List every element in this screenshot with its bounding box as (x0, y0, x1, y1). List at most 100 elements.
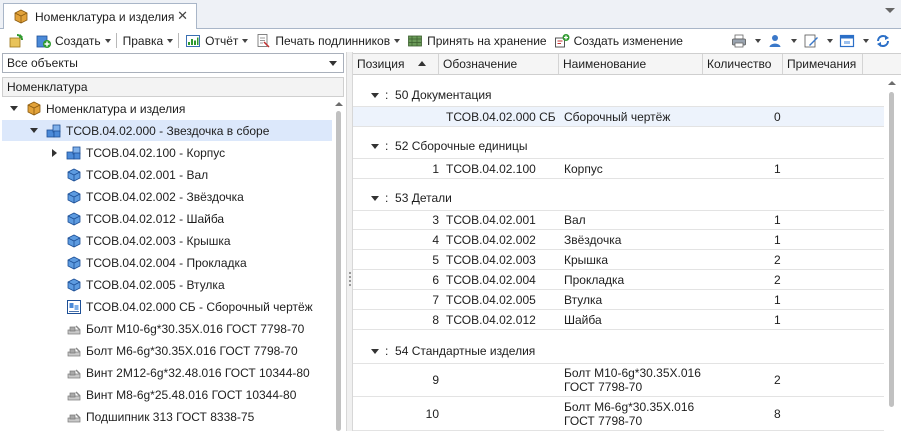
cell-position: 8 (432, 312, 439, 327)
tree-node-item[interactable]: Подшипник 313 ГОСТ 8338-75 (2, 406, 332, 427)
scroll-up-icon[interactable] (888, 81, 896, 85)
object-filter-select[interactable]: Все объекты (2, 53, 344, 73)
chevron-down-icon (104, 38, 111, 43)
chevron-down-icon (863, 38, 869, 43)
caret-down-icon[interactable] (371, 348, 379, 354)
part-icon (66, 277, 82, 293)
group-prefix: : (385, 344, 389, 358)
column-header-name[interactable]: Наименование (559, 54, 703, 74)
specification-grid: : 50 Документация ТСОВ.04.02.000 СБ Сбор… (353, 76, 884, 431)
table-row[interactable]: 9 Болт М10-6g*30.35Х.016 ГОСТ 7798-70 2 (353, 363, 884, 397)
cell-quantity: 8 (774, 406, 781, 421)
edit-doc-button[interactable] (801, 31, 835, 51)
tree-node-item[interactable]: ТСОВ.04.02.012 - Шайба (2, 208, 332, 229)
panel-splitter[interactable] (346, 52, 353, 431)
tree-node-item[interactable]: ТСОВ.04.02.004 - Прокладка (2, 252, 332, 273)
create-button[interactable]: Создать (33, 31, 113, 51)
group-header[interactable]: : 50 Документация (353, 84, 884, 106)
table-row[interactable]: 5 ТСОВ.04.02.003 Крышка 2 (353, 250, 884, 270)
cell-designation: ТСОВ.04.02.001 (446, 213, 536, 227)
table-row[interactable]: ТСОВ.04.02.000 СБ Сборочный чертёж 0 (353, 106, 884, 127)
report-button[interactable]: Отчёт (183, 31, 250, 51)
refresh-button[interactable] (6, 31, 30, 51)
chevron-down-icon (394, 38, 401, 43)
grid-scrollbar[interactable] (886, 76, 898, 431)
tree-node-item[interactable]: Винт 2М12-6g*32.48.016 ГОСТ 10344-80 (2, 362, 332, 383)
tree-node-item[interactable]: ТСОВ.04.02.000 СБ - Сборочный чертёж (2, 296, 332, 317)
cell-quantity: 1 (774, 292, 781, 307)
cell-position: 4 (432, 232, 439, 247)
chevron-down-icon[interactable] (885, 8, 895, 13)
table-row[interactable]: 3 ТСОВ.04.02.001 Вал 1 (353, 210, 884, 230)
cell-designation: ТСОВ.04.02.000 СБ (446, 109, 556, 124)
column-header-notes[interactable]: Примечания (783, 54, 863, 74)
caret-down-icon[interactable] (371, 195, 379, 201)
tree-node-item[interactable]: ТСОВ.04.02.002 - Звёздочка (2, 186, 332, 207)
table-row[interactable]: 1 ТСОВ.04.02.100 Корпус 1 (353, 158, 884, 179)
caret-down-icon[interactable] (371, 143, 379, 149)
part-icon (66, 255, 82, 271)
toolbar: Создать Правка Отчёт Печать подлинников … (0, 29, 901, 52)
print-originals-button[interactable]: Печать подлинников (253, 31, 402, 51)
column-label: Примечания (787, 57, 857, 71)
scroll-up-icon[interactable] (335, 102, 343, 106)
part-icon (66, 189, 82, 205)
tree-node-root[interactable]: Номенклатура и изделия (2, 98, 332, 119)
close-icon[interactable]: ✕ (177, 8, 188, 24)
group-title: 52 Сборочные единицы (395, 139, 528, 153)
sync-button[interactable] (873, 31, 897, 51)
tab-nomenclature[interactable]: Номенклатура и изделия ✕ (3, 3, 197, 29)
chevron-down-icon (755, 38, 761, 43)
expand-toggle[interactable] (8, 106, 20, 111)
chevron-down-icon (167, 38, 174, 43)
tree-node-item[interactable]: ТСОВ.04.02.005 - Втулка (2, 274, 332, 295)
user-icon (767, 33, 783, 49)
column-header-designation[interactable]: Обозначение (439, 54, 559, 74)
table-row[interactable]: 6 ТСОВ.04.02.004 Прокладка 2 (353, 270, 884, 290)
column-header-quantity[interactable]: Количество (703, 54, 783, 74)
print-button[interactable] (729, 31, 763, 51)
accept-storage-button[interactable]: Принять на хранение (405, 31, 549, 51)
group-header[interactable]: : 52 Сборочные единицы (353, 135, 884, 157)
tree-node-item[interactable]: ТСОВ.04.02.001 - Вал (2, 164, 332, 185)
table-row[interactable]: 7 ТСОВ.04.02.005 Втулка 1 (353, 290, 884, 310)
toolbar-right (729, 29, 899, 52)
tree-node-item[interactable]: Болт М6-6g*30.35Х.016 ГОСТ 7798-70 (2, 340, 332, 361)
group-header[interactable]: : 53 Детали (353, 187, 884, 209)
scroll-thumb[interactable] (336, 111, 341, 431)
table-row[interactable]: 4 ТСОВ.04.02.002 Звёздочка 1 (353, 230, 884, 250)
part-icon (66, 233, 82, 249)
part-icon (66, 211, 82, 227)
column-header-position[interactable]: Позиция (353, 54, 439, 74)
edit-menu-button[interactable]: Правка (121, 31, 176, 51)
tree-node-label: ТСОВ.04.02.001 - Вал (86, 167, 209, 182)
window-button[interactable] (837, 31, 871, 51)
tree-node-item[interactable]: ТСОВ.04.02.100 - Корпус (2, 142, 332, 163)
caret-down-icon[interactable] (371, 92, 379, 98)
chevron-down-icon[interactable] (329, 61, 337, 66)
create-change-button[interactable]: Создать изменение (552, 31, 685, 51)
column-label: Позиция (357, 57, 405, 71)
table-row[interactable]: 10 Болт М6-6g*30.35Х.016 ГОСТ 7798-70 8 (353, 397, 884, 431)
standard-part-icon (66, 343, 82, 359)
tree-node-item[interactable]: ТСОВ.04.02.003 - Крышка (2, 230, 332, 251)
table-row[interactable]: 8 ТСОВ.04.02.012 Шайба 1 (353, 310, 884, 330)
cell-name: Звёздочка (564, 232, 622, 247)
tree-scrollbar[interactable] (334, 98, 344, 431)
tree-node-item[interactable]: Винт М8-6g*25.48.016 ГОСТ 10344-80 (2, 384, 332, 405)
tree-node-label: Болт М6-6g*30.35Х.016 ГОСТ 7798-70 (86, 343, 298, 358)
tree-node-label: ТСОВ.04.02.000 СБ - Сборочный чертёж (86, 299, 313, 314)
user-button[interactable] (765, 31, 799, 51)
group-prefix: : (385, 191, 389, 205)
tree-node-label: ТСОВ.04.02.004 - Прокладка (86, 255, 247, 270)
expand-toggle[interactable] (28, 128, 40, 133)
tree-node-label: ТСОВ.04.02.003 - Крышка (86, 233, 231, 248)
scroll-thumb[interactable] (889, 92, 894, 407)
tree-node-assembly[interactable]: ТСОВ.04.02.000 - Звездочка в сборе (2, 120, 332, 141)
drawing-icon (66, 299, 82, 315)
tree-node-item[interactable]: Болт М10-6g*30.35Х.016 ГОСТ 7798-70 (2, 318, 332, 339)
group-header[interactable]: : 54 Стандартные изделия (353, 340, 884, 362)
group-title: 53 Детали (395, 191, 452, 205)
cell-position: 9 (432, 373, 439, 387)
expand-toggle[interactable] (48, 148, 60, 157)
